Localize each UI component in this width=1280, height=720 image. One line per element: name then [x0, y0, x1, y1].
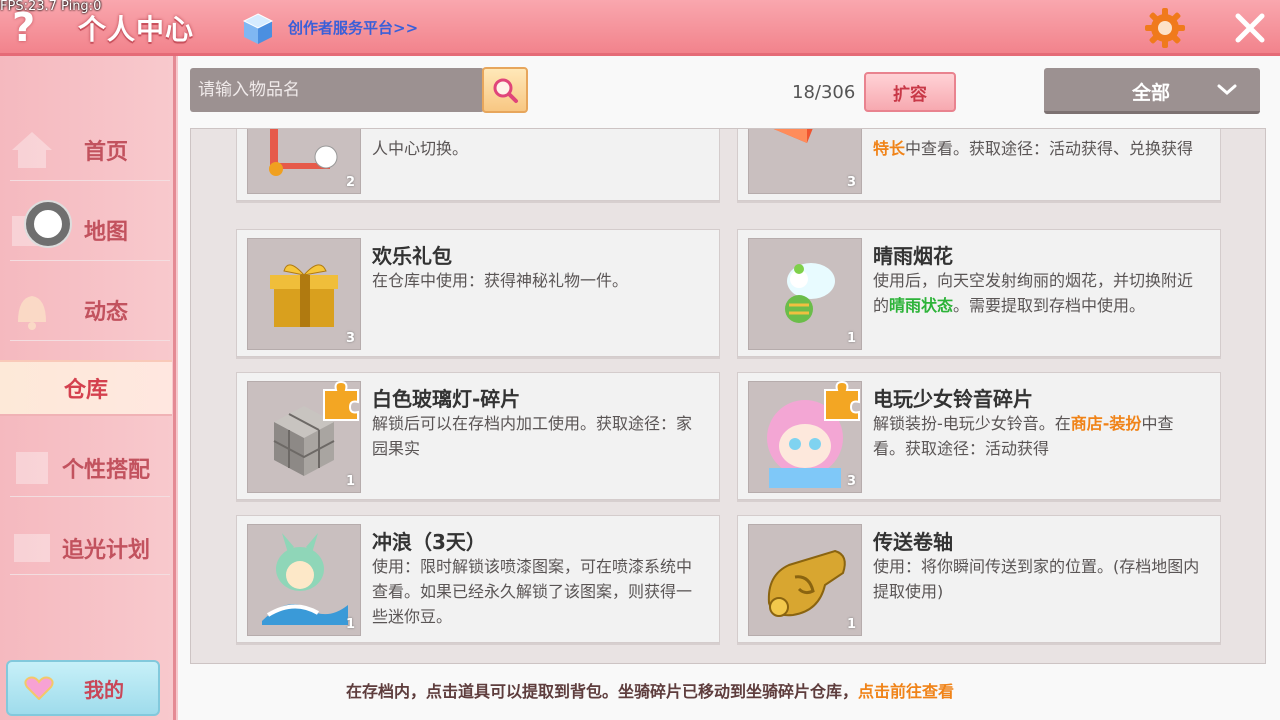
firework-icon	[785, 263, 835, 323]
filter-value: 全部	[1132, 82, 1171, 104]
item-description: 使用：将你瞬间传送到家的位置。(存档地图内提取使用)	[873, 557, 1200, 601]
item-name: 白色玻璃灯-碎片	[372, 387, 521, 411]
house-icon	[12, 132, 52, 168]
sidebar-item-label: 仓库	[63, 378, 108, 403]
item-thumbnail: 1	[748, 238, 862, 350]
sidebar-item-warehouse[interactable]: 仓库	[0, 360, 172, 416]
sidebar-item-map[interactable]: 地图	[0, 194, 172, 266]
item-card[interactable]: 3 电玩少女铃音碎片 解锁装扮-电玩少女铃音。在商店-装扮中查看。获取途径：活动…	[737, 372, 1221, 500]
frame-decoration-icon	[269, 129, 338, 176]
item-card[interactable]: 1 传送卷轴 使用：将你瞬间传送到家的位置。(存档地图内提取使用)	[737, 515, 1221, 643]
chevron-down-icon	[1217, 84, 1237, 95]
search-input[interactable]	[190, 68, 484, 112]
item-description: 使用后，向天空发射绚丽的烟花，并切换附近的晴雨状态。需要提取到存档中使用。	[873, 271, 1194, 315]
outfit-icon	[16, 452, 48, 484]
item-description: 解锁后可以在存档内加工使用。获取途径：家园果实	[372, 414, 693, 458]
divider	[10, 496, 170, 497]
puzzle-piece-icon	[824, 380, 860, 421]
item-quantity: 1	[846, 331, 856, 346]
warehouse-panel: 18/306 扩容 全部 2 人中心切换。	[178, 56, 1280, 720]
item-quantity: 1	[345, 474, 355, 489]
footer-note: 在存档内，点击道具可以提取到背包。坐骑碎片已移动到坐骑碎片仓库，点击前往查看	[346, 678, 954, 702]
search-button[interactable]	[482, 67, 528, 113]
creator-platform-link[interactable]: 创作者服务平台>>	[288, 17, 418, 38]
item-card[interactable]: 3 欢乐礼包 在仓库中使用：获得神秘礼物一件。	[236, 229, 720, 357]
touch-indicator-icon	[26, 202, 70, 246]
footer-note-text: 在存档内，点击道具可以提取到背包。坐骑碎片已移动到坐骑碎片仓库，	[346, 682, 859, 701]
gift-box-icon	[270, 264, 338, 327]
divider	[10, 340, 170, 341]
item-name: 冲浪（3天）	[372, 530, 486, 554]
capacity-count: 18/306	[792, 82, 856, 103]
item-thumbnail: 3	[247, 238, 361, 350]
divider	[10, 574, 170, 575]
mine-button[interactable]: 我的	[6, 660, 160, 716]
item-description: 特长中查看。获取途径：活动获得、兑换获得	[873, 139, 1194, 158]
sidebar-item-outfit[interactable]: 个性搭配	[0, 432, 172, 504]
sidebar-item-label: 追光计划	[61, 538, 150, 563]
item-name: 晴雨烟花	[873, 244, 953, 268]
item-thumbnail: 3	[748, 380, 862, 493]
item-description: 在仓库中使用：获得神秘礼物一件。	[372, 271, 629, 290]
item-name: 电玩少女铃音碎片	[873, 387, 1033, 411]
item-quantity: 3	[846, 474, 856, 489]
item-name: 传送卷轴	[873, 530, 953, 554]
cube-icon[interactable]	[242, 12, 274, 46]
sidebar-item-label: 地图	[83, 220, 128, 245]
item-thumbnail: 2	[247, 129, 361, 194]
item-card[interactable]: 1 晴雨烟花 使用后，向天空发射绚丽的烟花，并切换附近的晴雨状态。需要提取到存档…	[737, 229, 1221, 357]
item-card[interactable]: 3 特长中查看。获取途径：活动获得、兑换获得	[737, 129, 1221, 201]
top-bar: ? 个人中心 创作者服务平台>>	[0, 0, 1280, 56]
search-icon	[493, 78, 518, 103]
item-thumbnail: 3	[748, 129, 862, 194]
sidebar-item-label: 个性搭配	[61, 458, 150, 483]
divider	[10, 180, 170, 181]
search-box	[190, 68, 484, 112]
sidebar-item-home[interactable]: 首页	[0, 114, 172, 186]
item-quantity: 2	[345, 175, 355, 190]
puzzle-piece-icon	[323, 380, 359, 421]
sidebar-item-label: 动态	[83, 300, 128, 325]
category-filter-select[interactable]: 全部	[1044, 68, 1260, 114]
surfing-spray-icon	[262, 533, 348, 625]
item-grid[interactable]: 2 人中心切换。 3 特长中查看。获取途径：活动获得、兑换获得 3 欢乐礼包 在…	[190, 128, 1266, 664]
item-description: 人中心切换。	[372, 139, 469, 158]
item-name: 欢乐礼包	[372, 244, 452, 268]
item-thumbnail: 1	[247, 524, 361, 636]
item-quantity: 1	[345, 617, 355, 632]
item-card[interactable]: 1 冲浪（3天） 使用：限时解锁该喷漆图案，可在喷漆系统中查看。如果已经永久解锁…	[236, 515, 720, 643]
item-thumbnail: 1	[748, 524, 862, 636]
view-mount-fragments-link[interactable]: 点击前往查看	[858, 682, 954, 701]
item-description: 解锁装扮-电玩少女铃音。在商店-装扮中查看。获取途径：活动获得	[873, 414, 1174, 458]
item-card[interactable]: 2 人中心切换。	[236, 129, 720, 201]
expand-button[interactable]: 扩容	[864, 72, 956, 112]
sidebar: 首页 地图 动态 仓库 个性搭配 追光计划	[0, 56, 176, 720]
item-quantity: 3	[846, 175, 856, 190]
plan-icon	[14, 534, 50, 562]
item-thumbnail: 1	[247, 380, 361, 493]
sidebar-item-label: 首页	[83, 140, 128, 165]
item-description: 使用：限时解锁该喷漆图案，可在喷漆系统中查看。如果已经永久解锁了该图案，则获得一…	[372, 557, 693, 626]
item-quantity: 3	[345, 331, 355, 346]
sidebar-item-feed[interactable]: 动态	[0, 274, 172, 346]
crystal-icon	[773, 129, 813, 143]
item-card[interactable]: 1 白色玻璃灯-碎片 解锁后可以在存档内加工使用。获取途径：家园果实	[236, 372, 720, 500]
fps-readout: FPS:23.7 Ping:0	[0, 0, 102, 14]
page-title: 个人中心	[78, 13, 195, 46]
teleport-scroll-icon	[767, 549, 846, 617]
item-quantity: 1	[846, 617, 856, 632]
mine-label: 我的	[84, 677, 124, 702]
bell-icon	[18, 296, 46, 330]
divider	[10, 260, 170, 261]
heart-icon	[24, 676, 54, 700]
close-icon[interactable]	[1232, 10, 1268, 46]
gear-icon[interactable]	[1143, 6, 1187, 50]
